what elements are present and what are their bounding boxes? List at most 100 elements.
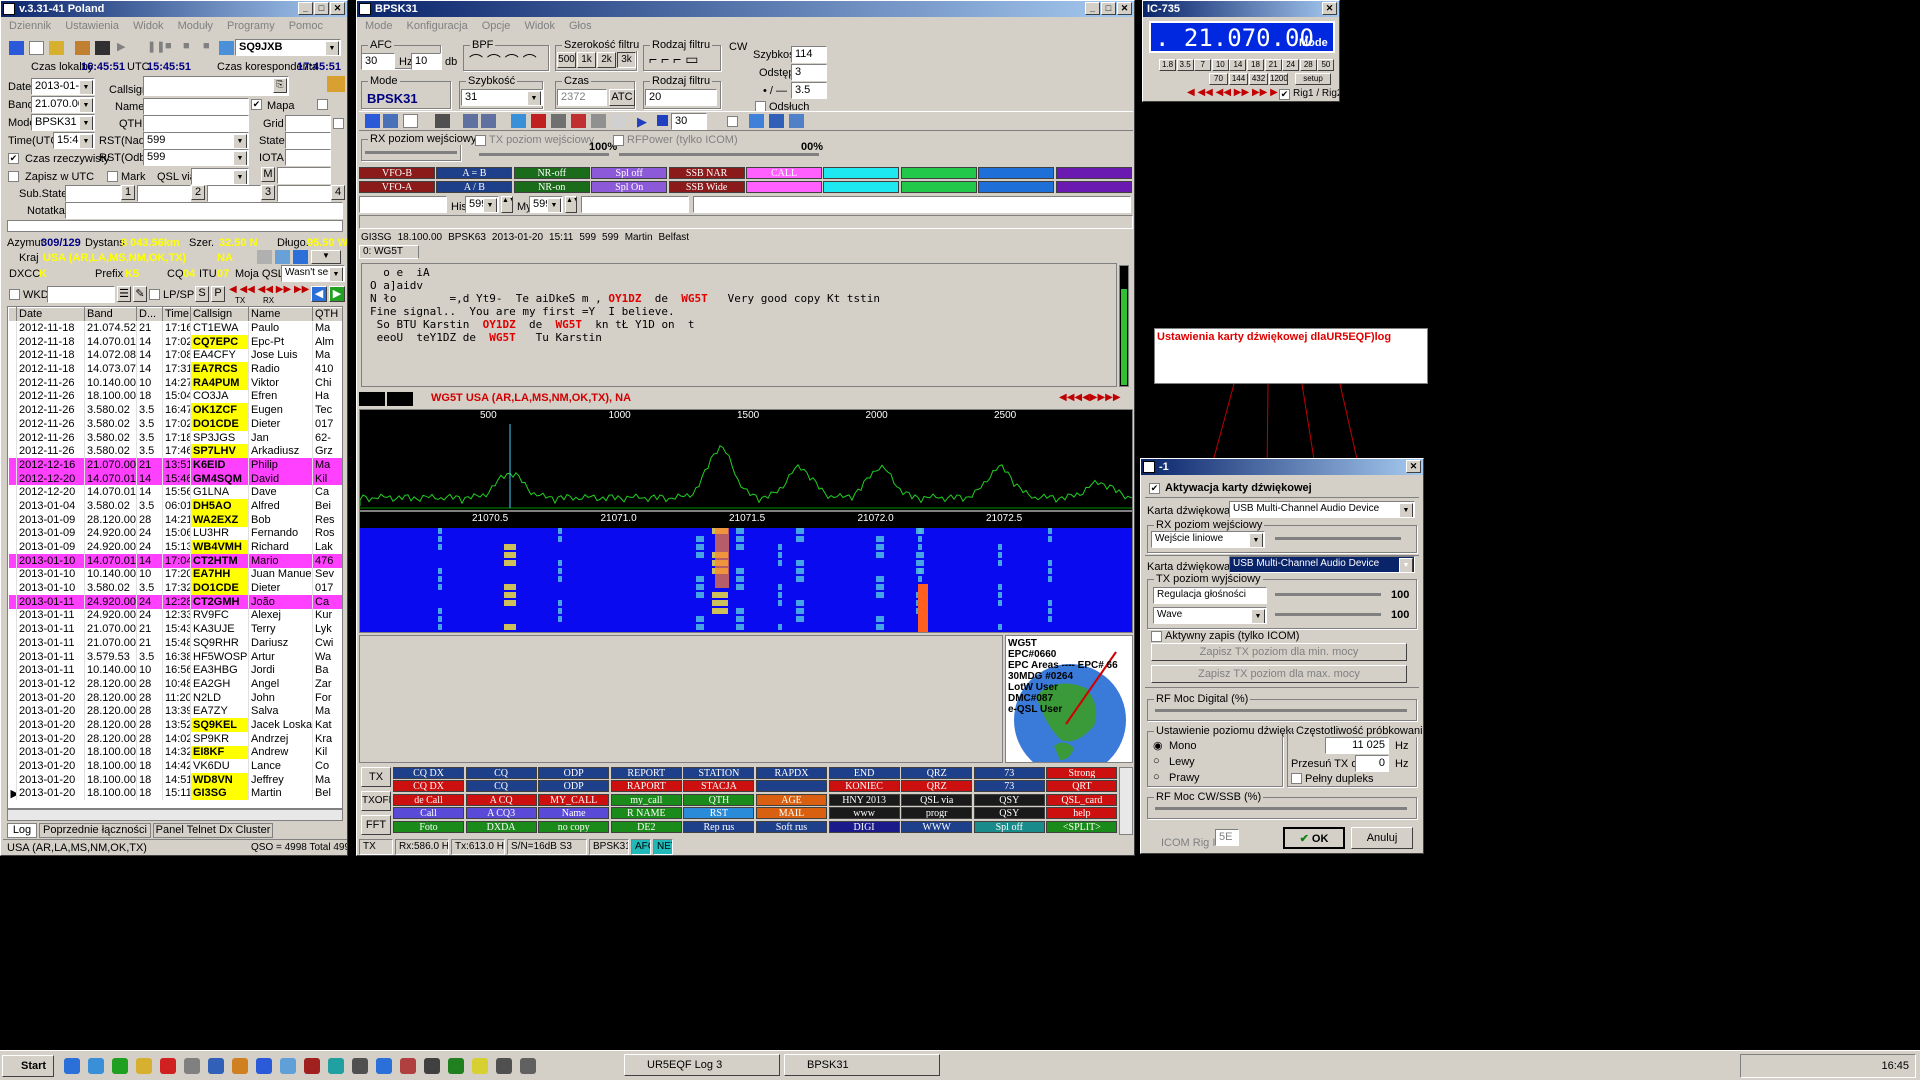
macro-button[interactable]: de Call <box>393 793 464 806</box>
stop2-icon[interactable]: ■ <box>183 40 190 52</box>
macro-button[interactable]: CQ <box>465 780 537 793</box>
qslvia-field[interactable] <box>191 168 249 185</box>
quick-launch-icon[interactable] <box>400 1058 416 1074</box>
substate-field[interactable] <box>65 185 121 202</box>
table-row[interactable]: 2013-01-09 28.120.00 28 14:21 WA2EXZ Bob Res <box>8 512 342 527</box>
macro-button[interactable]: Name <box>538 807 610 820</box>
table-row[interactable]: 2013-01-11 21.070.00 21 15:48 SQ9RHR Dariusz C… <box>8 636 342 650</box>
macro-button[interactable]: CQ DX <box>393 767 464 779</box>
card2-select[interactable]: USB Multi-Channel Audio Device <box>1229 556 1415 573</box>
macro-button[interactable]: Foto <box>393 820 464 833</box>
close-button[interactable]: ✕ <box>330 2 345 15</box>
macro-button[interactable]: 73 <box>973 767 1045 779</box>
col-header[interactable]: D... <box>136 307 163 322</box>
cal-icon[interactable] <box>571 114 586 128</box>
activate-checkbox[interactable]: ✔ <box>1149 483 1160 494</box>
status-cell[interactable]: NET <box>653 839 673 855</box>
callsign-highlight[interactable]: WG5T <box>489 331 516 344</box>
afc-field[interactable]: 30 <box>361 53 395 70</box>
quick-launch-icon[interactable] <box>88 1058 104 1074</box>
web-icon[interactable] <box>293 250 308 264</box>
quick-launch-icon[interactable] <box>352 1058 368 1074</box>
macro-button[interactable] <box>756 780 827 793</box>
list-icon[interactable] <box>463 114 478 128</box>
dots-icon[interactable] <box>789 114 804 128</box>
table-row[interactable]: 2013-01-20 28.120.00 28 14:02 SP9KR Andrzej Kr… <box>8 731 342 746</box>
quick-macro-button[interactable]: CALL <box>746 167 822 179</box>
substate-btn-4[interactable]: 4 <box>331 185 345 200</box>
substate-btn-2[interactable]: 2 <box>191 185 205 200</box>
macro-button[interactable]: 73 <box>973 780 1045 793</box>
table-row[interactable]: 2012-11-26 3.580.02 3.5 17:18 SP3JGS Jan 62- <box>8 430 342 445</box>
mojaqsl-select[interactable]: Wasn't sent <box>281 265 345 282</box>
disk-icon[interactable] <box>95 41 110 55</box>
quick-launch-icon[interactable] <box>328 1058 344 1074</box>
txoff-button[interactable]: TXOFF <box>361 791 391 811</box>
save-max-button[interactable]: Zapisz TX poziom dla max. mocy <box>1151 665 1407 683</box>
stop-icon[interactable] <box>657 115 668 126</box>
rf-cw-slider[interactable] <box>1155 807 1407 810</box>
macro-button[interactable]: no copy <box>538 820 610 833</box>
play-icon[interactable]: ▶ <box>117 40 125 53</box>
table-row[interactable]: 2013-01-10 10.140.00 10 17:20 EA7HH Juan Manu… <box>8 567 342 582</box>
new-icon[interactable] <box>29 41 44 55</box>
macro-button[interactable]: QRZ <box>901 780 973 793</box>
afc2-field[interactable]: 10 <box>411 53 441 70</box>
web-dropdown[interactable]: ▼ <box>311 250 341 264</box>
cancel-button[interactable]: Anuluj <box>1351 827 1413 849</box>
quick-macro-button[interactable] <box>978 167 1055 179</box>
macro-scrollbar[interactable] <box>1119 767 1133 835</box>
notatka-field[interactable] <box>65 202 343 219</box>
band-button-10[interactable]: 10 <box>1211 59 1229 71</box>
macro-button[interactable]: www <box>828 807 900 820</box>
p-button[interactable]: P <box>211 286 225 302</box>
menu-3[interactable]: Moduły <box>178 17 213 35</box>
m-field[interactable] <box>277 167 331 184</box>
table-row[interactable]: 2012-11-26 3.580.02 3.5 16:47 OK1ZCF Eugen Tec <box>8 403 342 417</box>
tune-icon[interactable] <box>591 114 606 128</box>
quick-launch-icon[interactable] <box>472 1058 488 1074</box>
tx-level-checkbox[interactable] <box>475 135 486 146</box>
macro-button[interactable]: R NAME <box>610 807 682 820</box>
quick-launch-icon[interactable] <box>208 1058 224 1074</box>
table-row[interactable]: 2013-01-10 3.580.02 3.5 17:32 DO1CDE Dieter 01… <box>8 581 342 595</box>
callsign-selector[interactable]: SQ9JXB <box>235 39 341 56</box>
callsign-highlight[interactable]: WG5T <box>555 318 582 331</box>
callsign-highlight[interactable]: OY1DZ <box>608 292 641 305</box>
close-button[interactable]: ✕ <box>1117 2 1132 15</box>
band-button-18[interactable]: 18 <box>1247 59 1264 71</box>
quick-macro-button[interactable]: A / B <box>436 181 513 193</box>
save-min-button[interactable]: Zapisz TX poziom dla min. mocy <box>1151 643 1407 661</box>
quick-launch-icon[interactable] <box>304 1058 320 1074</box>
macro-button[interactable]: A CQ <box>465 793 537 806</box>
col-header[interactable]: Name <box>248 307 313 322</box>
filter-width-2k[interactable]: 2k <box>597 52 616 68</box>
table-row[interactable]: 2013-01-10 14.070.01 14 17:04 CT2HTM Mario 476 <box>8 553 342 568</box>
table-row[interactable]: 2013-01-11 24.920.00 24 12:28 CT2GMH João Ca <box>8 594 342 609</box>
quick-macro-button[interactable]: NR-on <box>513 181 590 193</box>
callsign-highlight[interactable]: OY1DZ <box>483 318 516 331</box>
toolbar-checkbox[interactable] <box>727 116 738 127</box>
my-select[interactable]: 599 <box>529 196 563 213</box>
wkd-checkbox[interactable] <box>9 289 20 300</box>
minimize-button[interactable]: _ <box>298 2 313 15</box>
tx-level-slider[interactable] <box>479 153 609 156</box>
table-row[interactable]: 2013-01-04 3.580.02 3.5 06:01 DH5AO Alfred Bei <box>8 499 342 513</box>
band-button-setup[interactable]: setup <box>1295 73 1331 85</box>
col-header[interactable]: Time <box>162 307 191 322</box>
macro-button[interactable]: RAPORT <box>610 780 682 793</box>
pause-icon[interactable]: ❚❚ <box>147 40 165 53</box>
macro-button[interactable]: help <box>1046 807 1118 820</box>
quick-launch-icon[interactable] <box>448 1058 464 1074</box>
table-row[interactable]: 2013-01-20 28.120.00 28 13:39 EA7ZY Salva Ma <box>8 704 342 719</box>
time-field[interactable]: 15:45 <box>53 132 95 149</box>
log-tab[interactable]: Panel Telnet Dx Cluster <box>153 823 273 838</box>
macro-button[interactable]: WWW <box>901 820 973 833</box>
band-button-70[interactable]: 70 <box>1209 73 1228 85</box>
log-tab[interactable]: Log <box>7 823 37 838</box>
rfpower-checkbox[interactable] <box>613 135 624 146</box>
date-field[interactable]: 2013-01-27 <box>31 78 95 95</box>
log-title-bar[interactable]: v.3.31-41 Poland _ □ ✕ <box>1 1 347 17</box>
macro-button[interactable]: DIGI <box>828 820 900 833</box>
macro-button[interactable]: Rep rus <box>683 820 755 833</box>
